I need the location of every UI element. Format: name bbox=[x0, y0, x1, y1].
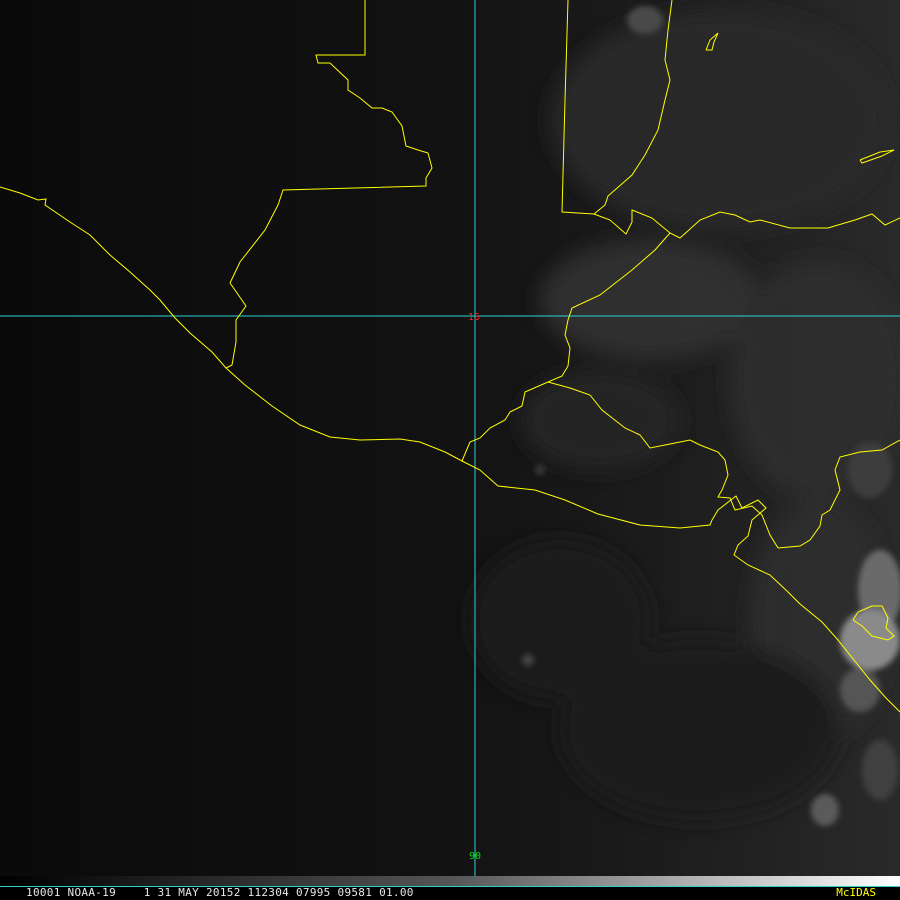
longitude-label: 90 bbox=[469, 851, 481, 862]
satellite-map: 15 90 bbox=[0, 0, 900, 876]
image-metadata: 0001 NOAA-19 1 31 MAY 20152 112304 07995… bbox=[32, 886, 414, 899]
image-info-text: 10001 NOAA-19 1 31 MAY 20152 112304 0799… bbox=[26, 887, 414, 899]
mcidas-logo-text: McIDAS bbox=[836, 886, 876, 899]
frame-number: 1 bbox=[26, 886, 33, 899]
latitude-label: 15 bbox=[468, 312, 480, 323]
grayscale-bar bbox=[0, 876, 900, 886]
status-bar: 10001 NOAA-19 1 31 MAY 20152 112304 0799… bbox=[0, 876, 900, 900]
